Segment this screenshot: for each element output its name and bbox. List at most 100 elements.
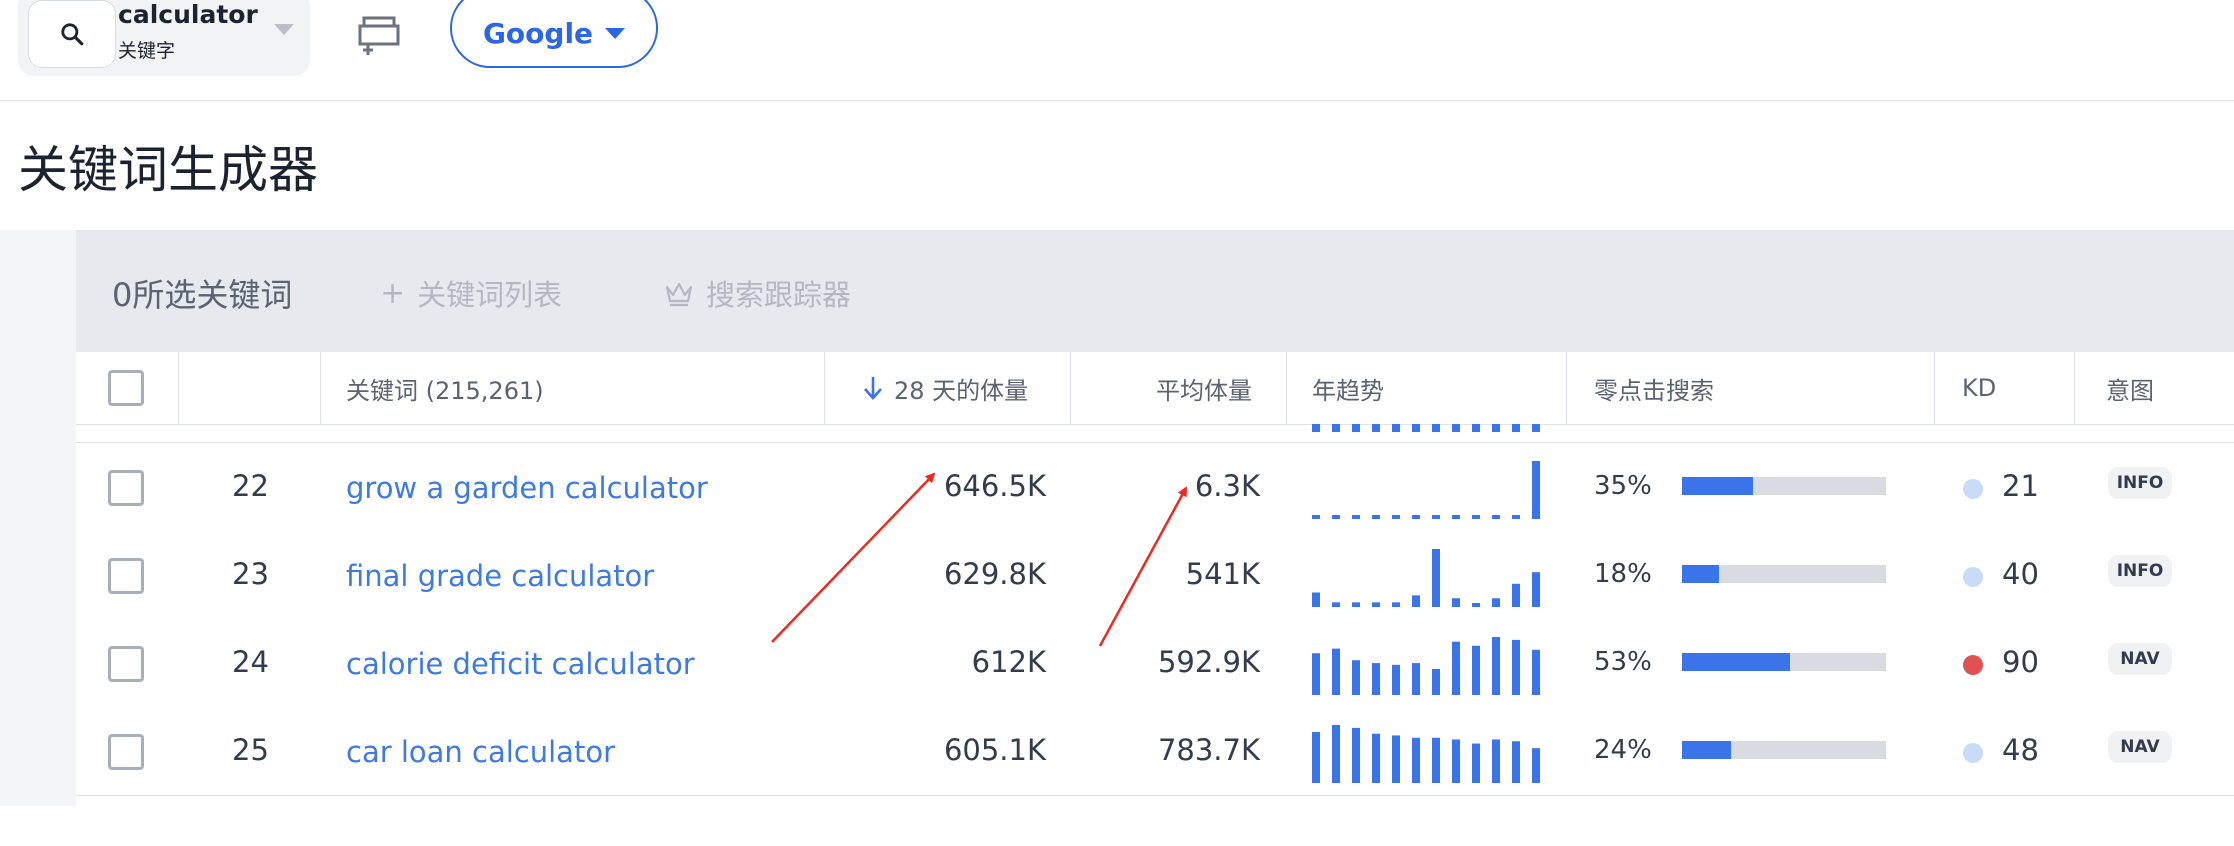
selection-action-bar: 0所选关键词 + 关键词列表 搜索跟踪器 [76, 230, 2234, 352]
keyword-link[interactable]: calorie deficit calculator [346, 647, 695, 681]
kd-value: 48 [2002, 733, 2039, 767]
keyword-link[interactable]: car loan calculator [346, 735, 615, 769]
search-engine-dropdown[interactable]: Google [450, 0, 658, 68]
kd-value: 90 [2002, 645, 2039, 679]
row-number: 25 [232, 733, 269, 767]
kd-value: 40 [2002, 557, 2039, 591]
zero-click-bar [1682, 477, 1886, 495]
trend-bar [1472, 743, 1480, 783]
volume-value: 629.8K [943, 557, 1046, 591]
trend-bar [1472, 603, 1480, 607]
keyword-selector[interactable]: calculator 关键字 [18, 0, 310, 76]
add-to-keyword-list-button[interactable]: + 关键词列表 [380, 272, 562, 314]
keyword-value: calculator [118, 0, 258, 29]
column-keyword[interactable]: 关键词 (215,261) [346, 352, 544, 424]
trend-bar [1452, 598, 1460, 607]
column-zero-click-label: 零点击搜索 [1594, 376, 1714, 405]
trend-bar [1512, 583, 1520, 607]
zero-click-percent: 53% [1594, 647, 1652, 677]
intent-badge: NAV [2108, 643, 2172, 675]
select-all-checkbox[interactable] [108, 370, 144, 406]
trend-bar [1352, 660, 1360, 695]
trend-bar [1372, 515, 1380, 519]
zero-click-bar-fill [1682, 653, 1791, 671]
trend-bar [1372, 602, 1380, 607]
avg-volume-value: 541K [1185, 557, 1260, 591]
chevron-down-icon[interactable] [274, 24, 294, 35]
column-trend[interactable]: 年趋势 [1312, 352, 1384, 424]
trend-bar [1332, 515, 1340, 519]
keyword-type-label: 关键字 [118, 40, 176, 62]
trend-bar [1352, 602, 1360, 607]
table-row: 24 calorie deficit calculator 612K 592.9K 53… [76, 619, 2234, 708]
row-number: 24 [232, 645, 269, 679]
trend-bar [1452, 515, 1460, 519]
row-number: 23 [232, 557, 269, 591]
trend-sparkline [1312, 725, 1540, 783]
chevron-down-icon [605, 27, 626, 39]
trend-bar [1352, 727, 1360, 783]
kd-difficulty-dot [1963, 567, 1983, 587]
volume-value: 646.5K [943, 469, 1046, 503]
kd-value: 21 [2002, 469, 2039, 503]
search-icon [61, 23, 84, 46]
trend-sparkline [1312, 637, 1540, 695]
intent-badge: NAV [2108, 731, 2172, 763]
row-checkbox[interactable] [108, 646, 144, 682]
keyword-link[interactable]: grow a garden calculator [346, 471, 708, 505]
trend-bar [1312, 592, 1320, 607]
search-button[interactable] [28, 0, 116, 68]
trend-bar [1492, 739, 1500, 783]
add-to-list-icon[interactable] [354, 10, 404, 60]
column-intent[interactable]: 意图 [2106, 352, 2154, 424]
trend-bar [1512, 515, 1520, 519]
trend-bar [1392, 664, 1400, 695]
page-title: 关键词生成器 [18, 141, 318, 199]
column-avg-volume[interactable]: 平均体量 [1156, 352, 1252, 424]
trend-bar [1432, 515, 1440, 519]
trend-bar [1332, 648, 1340, 695]
trend-bar [1372, 663, 1380, 695]
trend-bar [1452, 641, 1460, 695]
trend-sparkline [1312, 549, 1540, 607]
trend-bar [1392, 515, 1400, 519]
table-row: 23 final grade calculator 629.8K 541K 18% 40 I… [76, 531, 2234, 620]
keyword-link[interactable]: final grade calculator [346, 559, 654, 593]
table-row-partial [76, 424, 2234, 443]
column-zero-click[interactable]: 零点击搜索 [1594, 352, 1714, 424]
column-kd-label: KD [1962, 374, 1997, 402]
trend-bar [1492, 515, 1500, 519]
trend-bar [1352, 515, 1360, 519]
trend-bar [1392, 602, 1400, 607]
zero-click-bar-fill [1682, 741, 1731, 759]
column-kd[interactable]: KD [1962, 352, 1996, 424]
trend-bar [1412, 595, 1420, 607]
search-tracker-button[interactable]: 搜索跟踪器 [664, 272, 851, 314]
trend-bar [1332, 725, 1340, 783]
keyword-list-label: 关键词列表 [417, 278, 563, 312]
column-avg-volume-label: 平均体量 [1156, 376, 1252, 405]
row-checkbox[interactable] [108, 734, 144, 770]
avg-volume-value: 592.9K [1157, 645, 1260, 679]
trend-bar [1512, 639, 1520, 695]
zero-click-percent: 35% [1594, 471, 1652, 501]
trend-bar [1492, 598, 1500, 607]
trend-bar [1412, 515, 1420, 519]
row-number: 22 [232, 469, 269, 503]
trend-bar [1432, 737, 1440, 783]
intent-badge: INFO [2108, 555, 2172, 587]
search-tracker-label: 搜索跟踪器 [706, 278, 852, 312]
column-volume[interactable]: 28 天的体量 [862, 352, 1028, 424]
trend-bar [1532, 649, 1540, 695]
trend-bar [1452, 739, 1460, 783]
trend-bar [1532, 572, 1540, 607]
left-gutter [0, 230, 76, 806]
row-checkbox[interactable] [108, 558, 144, 594]
trend-sparkline-partial [1312, 424, 1540, 432]
trend-bar [1392, 735, 1400, 783]
select-all-checkbox-cell [108, 352, 144, 424]
zero-click-bar [1682, 653, 1886, 671]
row-checkbox[interactable] [108, 470, 144, 506]
trend-bar [1532, 748, 1540, 783]
column-volume-label: 28 天的体量 [894, 376, 1029, 405]
